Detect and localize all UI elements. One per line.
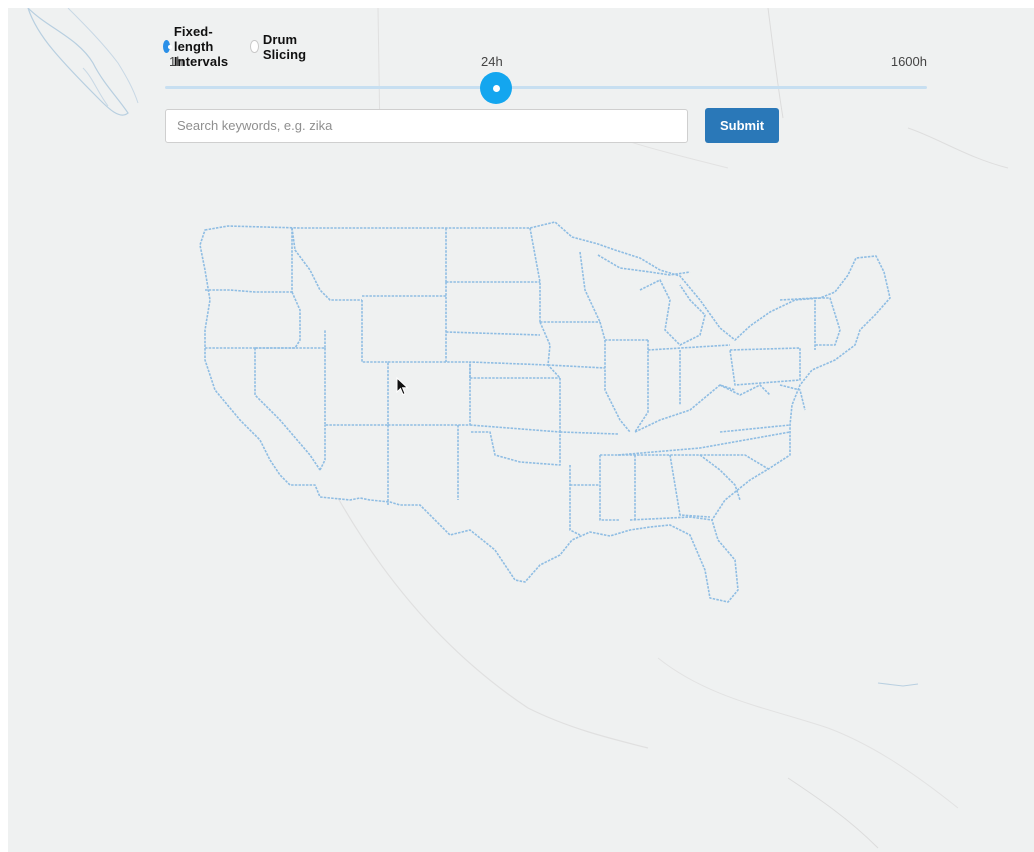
radio-button-checked[interactable] (163, 40, 172, 53)
mouse-pointer-icon (396, 377, 409, 396)
time-window-slider[interactable]: 1h 24h 1600h (165, 54, 927, 104)
coastline-pacific-northwest (27, 8, 129, 116)
slider-min-label: 1h (169, 54, 184, 69)
slider-track[interactable] (165, 86, 927, 89)
search-input[interactable] (165, 108, 688, 143)
slider-max-label: 1600h (890, 54, 927, 69)
submit-button[interactable]: Submit (705, 108, 779, 143)
slider-current-label: 24h (481, 54, 503, 69)
radio-button-unchecked[interactable] (250, 40, 259, 53)
slider-handle[interactable] (480, 72, 513, 104)
search-bar: Submit (165, 108, 779, 143)
